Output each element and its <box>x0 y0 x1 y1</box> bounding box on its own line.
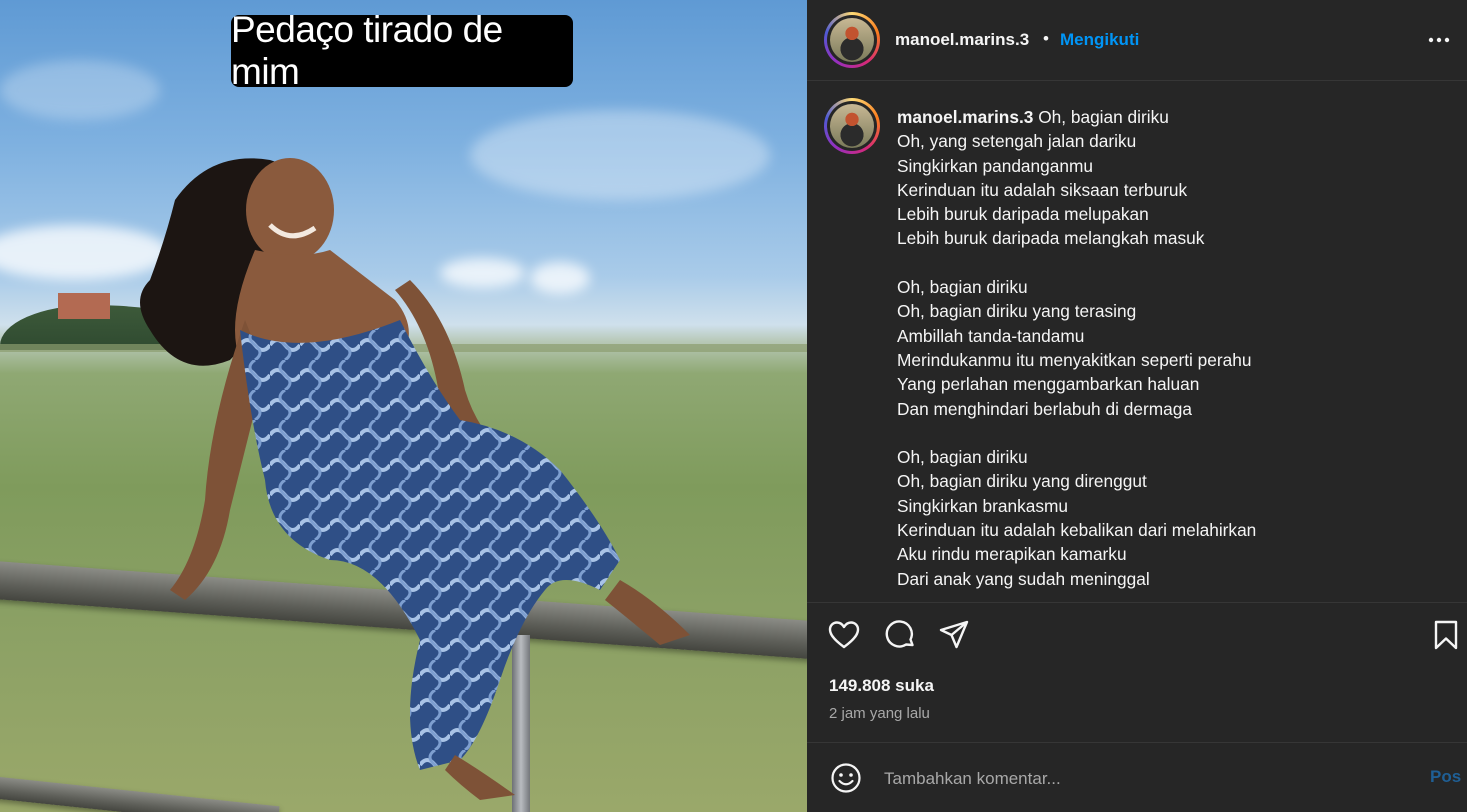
avatar-border <box>827 15 877 65</box>
header-username[interactable]: manoel.marins.3 <box>895 30 1029 50</box>
caption-section: manoel.marins.3 Oh, bagian diriku Oh, ya… <box>807 81 1467 601</box>
image-overlay-text: Pedaço tirado de mim <box>231 9 573 92</box>
caption-avatar[interactable] <box>824 98 880 154</box>
emoji-icon[interactable] <box>829 761 863 795</box>
share-icon[interactable] <box>937 618 971 652</box>
post-comment-button[interactable]: Pos <box>1430 767 1461 787</box>
bookmark-icon[interactable] <box>1429 618 1463 652</box>
caption-username[interactable]: manoel.marins.3 <box>897 107 1033 127</box>
post-photo[interactable]: Pedaço tirado de mim <box>0 0 807 812</box>
action-bar <box>807 603 1467 673</box>
post-sidebar: manoel.marins.3 • Mengikuti manoel.marin… <box>807 0 1467 812</box>
caption-text: manoel.marins.3 Oh, bagian diriku Oh, ya… <box>897 105 1417 591</box>
avatar-image <box>830 18 874 62</box>
instagram-post: Pedaço tirado de mim manoel.marins.3 • M… <box>0 0 1467 812</box>
separator-dot: • <box>1043 29 1049 48</box>
comment-icon[interactable] <box>883 618 917 652</box>
caption-body: Oh, bagian diriku Oh, yang setengah jala… <box>897 107 1257 589</box>
like-count[interactable]: 149.808 suka <box>829 676 934 696</box>
heart-icon[interactable] <box>827 618 861 652</box>
post-header: manoel.marins.3 • Mengikuti <box>807 0 1467 80</box>
avatar[interactable] <box>824 12 880 68</box>
following-button[interactable]: Mengikuti <box>1060 30 1139 50</box>
woman-figure <box>140 158 690 800</box>
comment-input[interactable] <box>882 762 1406 796</box>
post-timestamp[interactable]: 2 jam yang lalu <box>829 705 930 722</box>
more-options-icon[interactable] <box>1425 26 1453 54</box>
avatar-image <box>830 104 874 148</box>
avatar-border <box>827 101 877 151</box>
comment-bar: Pos <box>807 743 1467 812</box>
